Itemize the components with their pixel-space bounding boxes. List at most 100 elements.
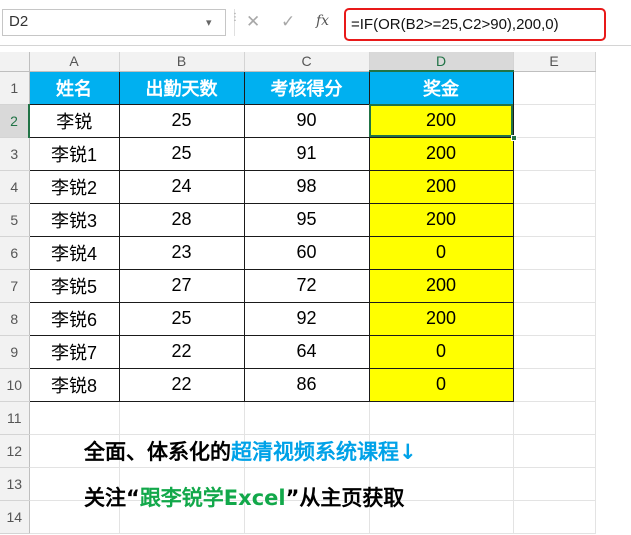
promo-line-1: 全面、体系化的超清视频系统课程↓ xyxy=(84,436,417,466)
cell[interactable] xyxy=(513,269,596,303)
header-name[interactable]: 姓名 xyxy=(28,70,120,105)
cell-bonus[interactable]: 200 xyxy=(368,136,514,171)
cell[interactable] xyxy=(513,368,596,402)
promo-text: 关注“ xyxy=(84,486,140,510)
column-header-a[interactable]: A xyxy=(29,52,120,72)
cell[interactable] xyxy=(29,401,120,435)
cell-name[interactable]: 李锐1 xyxy=(28,136,120,171)
name-box[interactable]: D2 xyxy=(2,9,226,36)
cell-attendance[interactable]: 23 xyxy=(118,235,245,270)
cell-bonus[interactable]: 0 xyxy=(368,367,514,402)
row-header[interactable]: 9 xyxy=(0,335,30,369)
formula-bar: D2 ▾ ⋮ ✕ ✓ fx =IF(OR(B2>=25,C2>90),200,0… xyxy=(0,0,631,46)
cell-name[interactable]: 李锐3 xyxy=(28,202,120,237)
more-icon[interactable]: ⋮ xyxy=(230,13,240,23)
table-row: 6 李锐4 23 60 0 xyxy=(0,235,596,270)
column-header-c[interactable]: C xyxy=(244,52,370,72)
cell-attendance[interactable]: 25 xyxy=(118,301,245,336)
cell-score[interactable]: 91 xyxy=(243,136,370,171)
cell-attendance[interactable]: 25 xyxy=(118,136,245,171)
cell-bonus[interactable]: 200 xyxy=(368,169,514,204)
cell-name[interactable]: 李锐6 xyxy=(28,301,120,336)
cell-bonus[interactable]: 200 xyxy=(368,268,514,303)
cell-name[interactable]: 李锐4 xyxy=(28,235,120,270)
cell-name[interactable]: 李锐2 xyxy=(28,169,120,204)
row-header[interactable]: 3 xyxy=(0,137,30,171)
cell[interactable] xyxy=(513,302,596,336)
row-header[interactable]: 11 xyxy=(0,401,30,435)
cell-attendance[interactable]: 28 xyxy=(118,202,245,237)
cell[interactable] xyxy=(513,335,596,369)
cell-bonus[interactable]: 0 xyxy=(368,235,514,270)
row-header[interactable]: 12 xyxy=(0,434,30,468)
fill-handle[interactable] xyxy=(510,134,517,141)
cell-name[interactable]: 李锐8 xyxy=(28,367,120,402)
cell[interactable] xyxy=(513,137,596,171)
cell-score[interactable]: 90 xyxy=(243,103,370,138)
active-cell[interactable]: 200 xyxy=(368,103,517,141)
column-header-b[interactable]: B xyxy=(119,52,245,72)
cell-score[interactable]: 92 xyxy=(243,301,370,336)
cell[interactable] xyxy=(513,401,596,435)
cell-score[interactable]: 98 xyxy=(243,169,370,204)
row-header[interactable]: 6 xyxy=(0,236,30,270)
row-header[interactable]: 1 xyxy=(0,71,30,105)
cell-score[interactable]: 72 xyxy=(243,268,370,303)
cell[interactable] xyxy=(513,467,596,501)
cell-name[interactable]: 李锐5 xyxy=(28,268,120,303)
cell[interactable] xyxy=(369,401,514,435)
cell[interactable] xyxy=(119,401,245,435)
formula-input[interactable]: =IF(OR(B2>=25,C2>90),200,0) xyxy=(344,8,606,41)
cell-name[interactable]: 李锐7 xyxy=(28,334,120,369)
promo-highlight: 超清视频系统课程↓ xyxy=(231,440,417,464)
cell-attendance[interactable]: 24 xyxy=(118,169,245,204)
enter-icon[interactable]: ✓ xyxy=(281,12,295,32)
promo-text: 全面、体系化的 xyxy=(84,440,231,464)
row-header[interactable]: 10 xyxy=(0,368,30,402)
cell[interactable] xyxy=(513,434,596,468)
cell-bonus: 200 xyxy=(425,110,457,130)
cell-bonus[interactable]: 200 xyxy=(368,202,514,237)
cell-score[interactable]: 86 xyxy=(243,367,370,402)
cancel-icon[interactable]: ✕ xyxy=(246,12,260,32)
promo-text: ”从主页获取 xyxy=(285,486,405,510)
header-score[interactable]: 考核得分 xyxy=(243,70,370,105)
table-row: 10 李锐8 22 86 0 xyxy=(0,367,596,402)
cell-attendance[interactable]: 27 xyxy=(118,268,245,303)
header-attendance[interactable]: 出勤天数 xyxy=(118,70,245,105)
select-all-corner[interactable] xyxy=(0,52,30,72)
cell[interactable] xyxy=(513,104,596,138)
cell-bonus[interactable]: 0 xyxy=(368,334,514,369)
row-header[interactable]: 8 xyxy=(0,302,30,336)
cell-score[interactable]: 95 xyxy=(243,202,370,237)
row-header[interactable]: 7 xyxy=(0,269,30,303)
cell-score[interactable]: 64 xyxy=(243,334,370,369)
chevron-down-icon[interactable]: ▾ xyxy=(206,16,212,29)
table-row: 7 李锐5 27 72 200 xyxy=(0,268,596,303)
cell[interactable] xyxy=(513,500,596,534)
column-header-d[interactable]: D xyxy=(369,52,514,72)
row-header[interactable]: 4 xyxy=(0,170,30,204)
cell-attendance[interactable]: 22 xyxy=(118,334,245,369)
row-header[interactable]: 2 xyxy=(0,104,30,138)
cell[interactable] xyxy=(513,71,596,105)
cell[interactable] xyxy=(513,236,596,270)
function-icon[interactable]: fx xyxy=(316,13,329,29)
cell-bonus[interactable]: 200 xyxy=(368,301,514,336)
cell[interactable] xyxy=(244,401,370,435)
cell[interactable] xyxy=(513,203,596,237)
row-header[interactable]: 13 xyxy=(0,467,30,501)
header-bonus[interactable]: 奖金 xyxy=(368,70,514,105)
column-header-e[interactable]: E xyxy=(513,52,596,72)
cell-name[interactable]: 李锐 xyxy=(28,103,120,138)
cell-score[interactable]: 60 xyxy=(243,235,370,270)
cell-attendance[interactable]: 22 xyxy=(118,367,245,402)
row-header[interactable]: 5 xyxy=(0,203,30,237)
cell[interactable] xyxy=(513,170,596,204)
table-row: 1 姓名 出勤天数 考核得分 奖金 xyxy=(0,70,596,105)
row-header[interactable]: 14 xyxy=(0,500,30,534)
table-row: 4 李锐2 24 98 200 xyxy=(0,169,596,204)
column-header-row: A B C D E xyxy=(0,52,596,72)
cell-attendance[interactable]: 25 xyxy=(118,103,245,138)
table-row: 3 李锐1 25 91 200 xyxy=(0,136,596,171)
